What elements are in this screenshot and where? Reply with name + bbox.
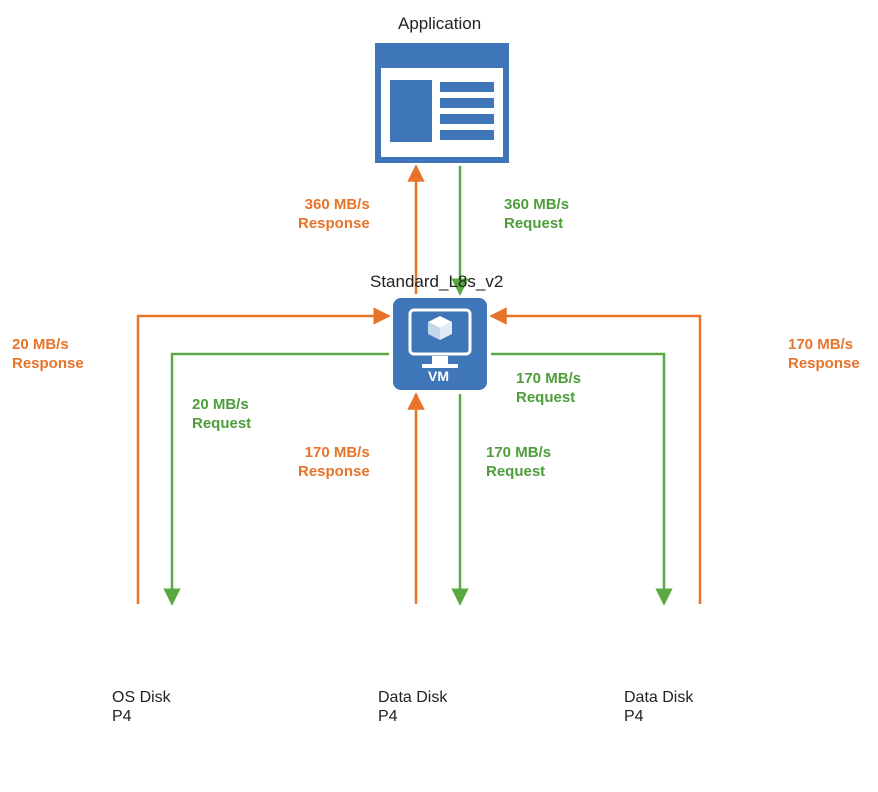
os-request-label: 20 MB/sRequest (192, 396, 251, 434)
os-disk-line1: OS Disk (112, 689, 171, 706)
data-disk-1-line2: P4 (378, 708, 398, 725)
data-disk-1-label: Data Disk P4 (378, 688, 447, 726)
app-response-label: 360 MB/sResponse (298, 196, 370, 234)
dd1-request-label: 170 MB/sRequest (486, 444, 551, 482)
application-icon (378, 46, 506, 160)
vm-type-label: Standard_L8s_v2 (370, 272, 503, 292)
data-disk-2-line1: Data Disk (624, 689, 693, 706)
dd1-response-label: 170 MB/sResponse (298, 444, 370, 482)
diagram-canvas (0, 0, 878, 792)
data-disk-1-line1: Data Disk (378, 689, 447, 706)
dd2-response-label: 170 MB/sResponse (788, 336, 860, 374)
app-request-label: 360 MB/sRequest (504, 196, 569, 234)
vm-caption: VM (428, 368, 449, 384)
os-response-label: 20 MB/sResponse (12, 336, 84, 374)
data-disk-2-label: Data Disk P4 (624, 688, 693, 726)
os-disk-line2: P4 (112, 708, 132, 725)
application-label: Application (398, 14, 481, 34)
data-disk-2-line2: P4 (624, 708, 644, 725)
dd2-request-label: 170 MB/sRequest (516, 370, 581, 408)
os-disk-label: OS Disk P4 (112, 688, 171, 726)
